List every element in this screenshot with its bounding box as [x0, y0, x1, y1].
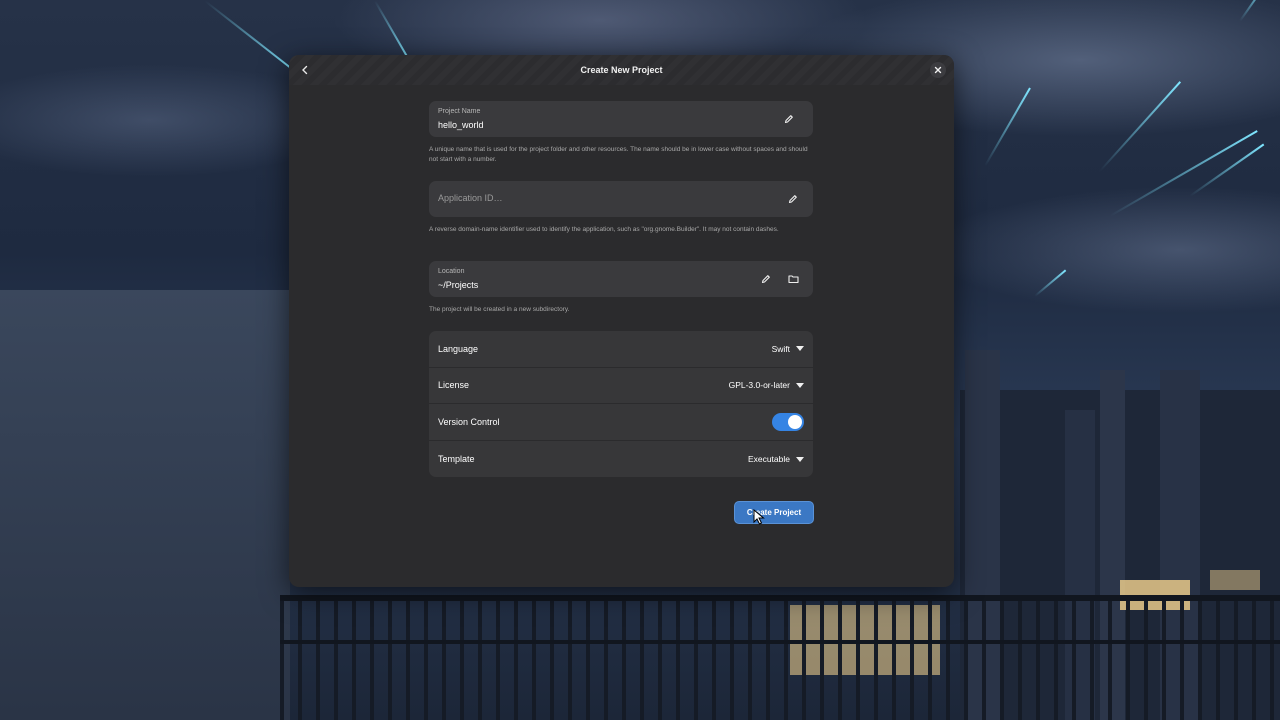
template-row[interactable]: Template Executable: [429, 441, 813, 478]
license-label: License: [438, 380, 470, 391]
license-row[interactable]: License GPL-3.0-or-later: [429, 368, 813, 405]
pencil-icon: [761, 275, 770, 284]
application-id-help: A reverse domain-name identifier used to…: [429, 226, 779, 233]
form-content: Project Name hello_world A unique name t…: [429, 101, 813, 478]
project-name-label: Project Name: [438, 108, 481, 115]
project-name-edit-button[interactable]: [781, 111, 797, 127]
close-button[interactable]: [930, 62, 946, 78]
version-control-row[interactable]: Version Control: [429, 404, 813, 441]
language-value: Swift: [771, 343, 790, 354]
header-bar: Create New Project: [289, 55, 954, 85]
license-dropdown[interactable]: GPL-3.0-or-later: [729, 380, 804, 390]
close-icon: [934, 66, 942, 74]
location-edit-button[interactable]: [758, 271, 774, 287]
dropdown-arrow-icon: [796, 456, 804, 462]
location-help: The project will be created in a new sub…: [429, 306, 570, 313]
chevron-left-icon: [302, 65, 308, 75]
application-id-field[interactable]: Application ID…: [429, 181, 813, 217]
create-project-dialog: Create New Project Project Name hello_wo…: [289, 55, 954, 587]
dropdown-arrow-icon: [796, 382, 804, 388]
create-project-button[interactable]: Create Project: [734, 501, 814, 524]
project-name-field[interactable]: Project Name hello_world: [429, 101, 813, 137]
location-field[interactable]: Location ~/Projects: [429, 261, 813, 297]
location-value[interactable]: ~/Projects: [438, 280, 478, 290]
folder-icon: [787, 275, 799, 284]
language-label: Language: [438, 343, 479, 354]
back-button[interactable]: [297, 62, 313, 78]
dropdown-arrow-icon: [796, 346, 804, 352]
template-label: Template: [438, 454, 475, 465]
location-browse-button[interactable]: [785, 271, 801, 287]
mouse-pointer-icon: [753, 509, 765, 525]
license-value: GPL-3.0-or-later: [728, 380, 790, 391]
dialog-title: Create New Project: [580, 65, 663, 75]
project-name-help: A unique name that is used for the proje…: [429, 146, 808, 163]
version-control-switch[interactable]: [772, 412, 804, 431]
version-control-label: Version Control: [438, 416, 500, 427]
project-name-value[interactable]: hello_world: [438, 120, 484, 130]
template-value: Executable: [747, 454, 790, 465]
project-options-list: Language Swift License GPL-3.0-or-later …: [429, 331, 813, 478]
pencil-icon: [784, 115, 793, 124]
application-id-placeholder[interactable]: Application ID…: [438, 193, 503, 203]
template-dropdown[interactable]: Executable: [748, 454, 804, 464]
language-dropdown[interactable]: Swift: [772, 344, 804, 354]
location-label: Location: [438, 268, 465, 275]
application-id-edit-button[interactable]: [785, 191, 801, 207]
pencil-icon: [788, 195, 797, 204]
language-row[interactable]: Language Swift: [429, 331, 813, 368]
switch-knob: [788, 414, 802, 429]
